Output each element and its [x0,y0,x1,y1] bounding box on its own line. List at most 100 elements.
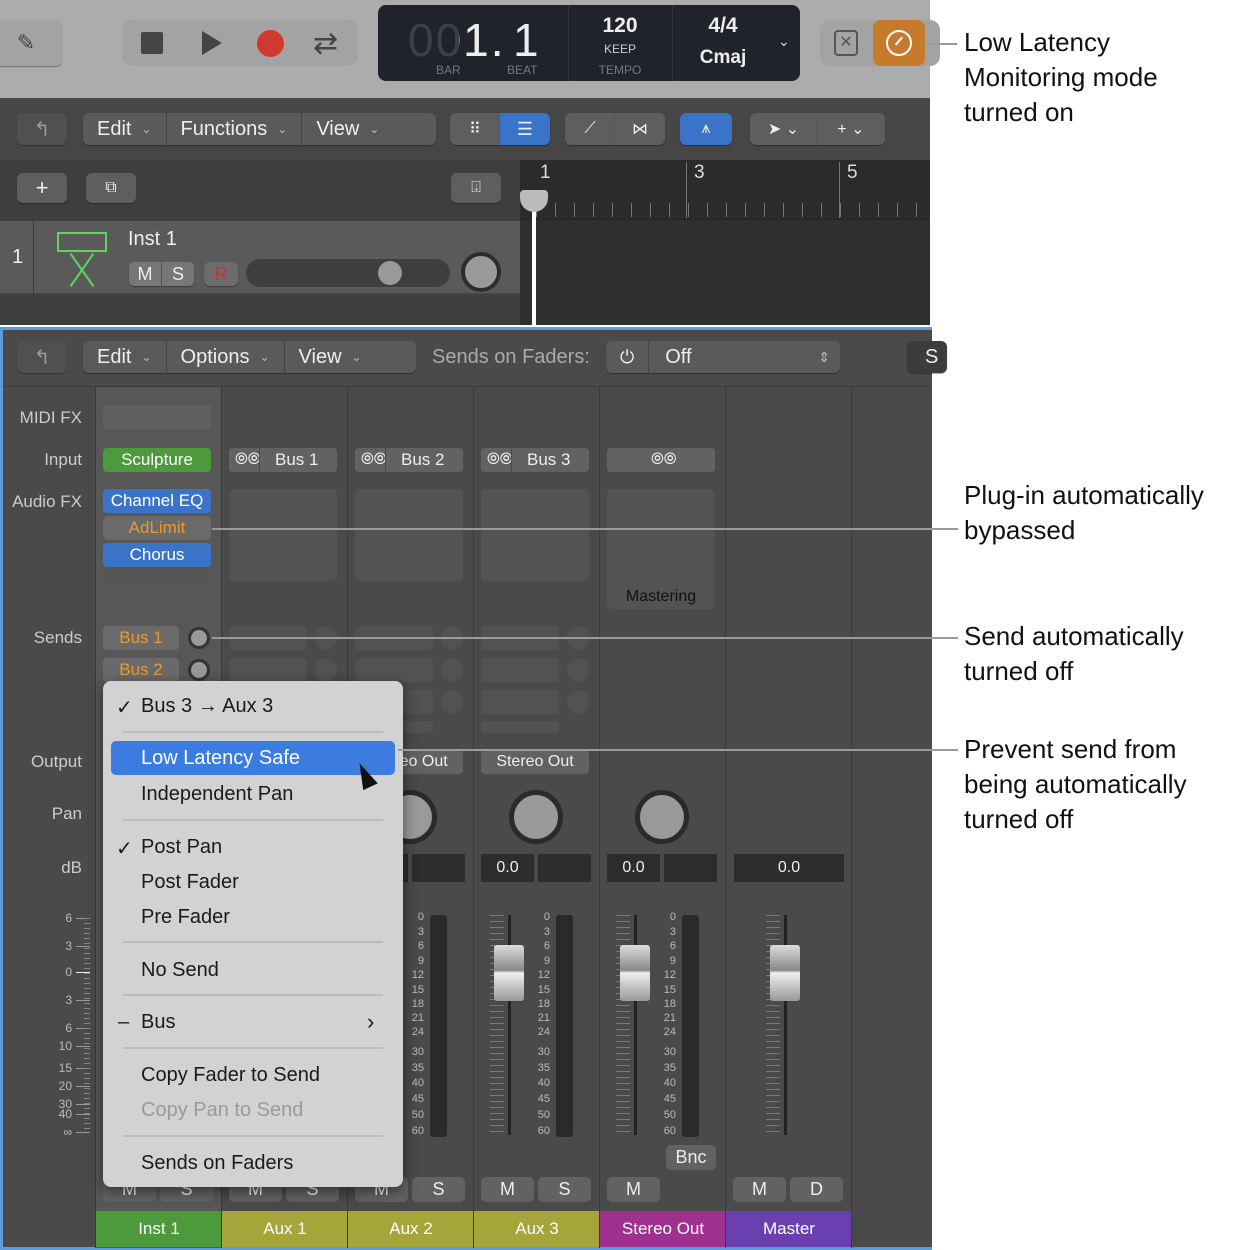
flex-button[interactable]: ⋈ [615,113,665,145]
back-button[interactable]: ↰ [17,113,67,145]
stereo-link-icon: ⦾⦾ [361,451,387,468]
menu-item-independent-pan[interactable]: Independent Pan [141,783,293,806]
track-mute-button[interactable]: M [129,262,161,286]
fader-cap[interactable] [770,945,800,1001]
menu-item-no-send[interactable]: No Send [141,959,219,982]
volume-value[interactable]: 0.0 [607,854,660,882]
menu-item-post-fader[interactable]: Post Fader [141,871,239,894]
list-view-button[interactable]: ☰ [500,113,550,145]
send-slot-empty[interactable] [355,658,433,682]
send-slot-empty[interactable] [481,721,559,733]
mixer-options-menu[interactable]: Options ⌄ [167,341,285,373]
send-slot-off[interactable]: Bus 1 [103,626,179,650]
partial-button[interactable]: S [907,341,947,373]
track-solo-button[interactable]: S [162,262,194,286]
send-knob-empty[interactable] [315,658,337,682]
channel-name[interactable]: Aux 3 [474,1211,600,1247]
audio-fx-slot-bypassed[interactable]: AdLimit [103,516,211,540]
pan-knob[interactable] [509,790,563,844]
menu-item-sends-on-faders[interactable]: Sends on Faders [141,1152,293,1175]
pencil-button[interactable]: ✎ [0,20,62,66]
automation-button[interactable]: ⟋ [565,113,615,145]
send-slot-empty[interactable] [481,658,559,682]
input-slot[interactable]: ⦾⦾ Bus 2 [355,448,463,472]
low-latency-button[interactable] [873,20,925,66]
sends-on-faders-selector[interactable]: ⏻ Off ⇕ [606,341,840,373]
duplicate-track-button[interactable]: ⧉ [86,173,136,203]
count-in-button[interactable]: ✕ [834,30,858,56]
send-knob-empty[interactable] [567,658,589,682]
channel-button-m[interactable]: M [607,1177,660,1202]
cycle-button[interactable]: ⇄ [313,26,338,61]
audio-fx-slot-active[interactable]: Chorus [103,543,211,567]
track-volume-slider[interactable] [246,259,450,287]
channel-button-m[interactable]: M [481,1177,534,1202]
mixer-back-button[interactable]: ↰ [17,341,67,373]
volume-value[interactable]: 0.0 [481,854,534,882]
row-label-midi-fx: MIDI FX [19,408,82,427]
audio-fx-slot-active[interactable]: Channel EQ [103,489,211,513]
send-level-knob[interactable] [188,659,210,681]
menu-item-low-latency-safe[interactable]: Low Latency Safe [111,741,395,775]
secondary-tool-button[interactable]: + ⌄ [817,113,885,145]
send-slot-off[interactable]: Bus 2 [103,658,179,682]
channel-button-m[interactable]: M [733,1177,786,1202]
record-button[interactable] [257,30,284,57]
channel-button-s[interactable]: S [538,1177,591,1202]
play-button[interactable] [202,31,222,55]
fader-cap[interactable] [494,945,524,1001]
audio-fx-area[interactable] [355,489,463,581]
bounce-button[interactable]: Bnc [666,1145,716,1170]
channel-name[interactable]: Inst 1 [96,1211,222,1247]
pan-knob[interactable] [635,790,689,844]
volume-value[interactable]: 0.0 [734,854,844,882]
audio-fx-empty-slot[interactable] [103,570,211,582]
tempo-value[interactable]: 120 [568,14,672,38]
fader-cap[interactable] [620,945,650,1001]
input-slot[interactable]: ⦾⦾ Bus 3 [481,448,589,472]
download-button[interactable]: ⍗ [451,173,501,203]
mixer-edit-menu[interactable]: Edit ⌄ [83,341,167,373]
channel-name[interactable]: Stereo Out [600,1211,726,1247]
time-signature[interactable]: 4/4 [673,14,773,38]
send-level-knob[interactable] [188,627,210,649]
send-slot-empty[interactable] [481,690,559,714]
stop-button[interactable] [141,32,163,54]
channel-name[interactable]: Aux 2 [348,1211,474,1247]
channel-name[interactable]: Aux 1 [222,1211,348,1247]
track-record-button[interactable]: R [204,262,238,286]
menu-item-copy-fader-to-send[interactable]: Copy Fader to Send [141,1064,320,1087]
audio-fx-area[interactable] [229,489,337,581]
audio-fx-area[interactable] [481,489,589,581]
functions-menu[interactable]: Functions ⌄ [167,113,303,145]
output-slot[interactable]: Stereo Out [481,750,589,774]
send-knob-empty[interactable] [441,658,463,682]
slider-thumb[interactable] [378,261,402,285]
power-icon[interactable]: ⏻ [606,341,650,373]
catch-button[interactable]: ⩚ [680,113,732,145]
midi-fx-slot[interactable] [103,405,211,429]
send-slot-empty[interactable] [229,658,307,682]
input-slot[interactable]: Sculpture [103,448,211,472]
pointer-tool-button[interactable]: ➤ ⌄ [750,113,817,145]
mixer-view-menu[interactable]: View ⌄ [285,341,376,373]
send-knob-empty[interactable] [441,690,463,714]
channel-name[interactable]: Master [726,1211,852,1247]
track-pan-knob[interactable] [461,252,501,292]
mastering-label[interactable]: Mastering [607,588,715,608]
edit-menu[interactable]: Edit ⌄ [83,113,167,145]
channel-button-s[interactable]: S [412,1177,465,1202]
menu-item-post-pan[interactable]: Post Pan [141,836,222,859]
send-knob-empty[interactable] [567,690,589,714]
lcd-chevron-down-icon[interactable]: ⌄ [778,33,790,50]
grid-view-button[interactable]: ⠿ [450,113,500,145]
menu-item-bus[interactable]: Bus [141,1011,175,1034]
add-track-button[interactable]: + [17,173,67,203]
input-slot[interactable]: ⦾⦾ [607,448,715,472]
key-signature[interactable]: Cmaj [673,47,773,69]
input-slot[interactable]: ⦾⦾ Bus 1 [229,448,337,472]
menu-item-pre-fader[interactable]: Pre Fader [141,906,230,929]
channel-button-d[interactable]: D [790,1177,843,1202]
view-menu[interactable]: View ⌄ [302,113,393,145]
menu-item-bus3-aux3[interactable]: Bus 3 → Aux 3 [141,695,273,718]
